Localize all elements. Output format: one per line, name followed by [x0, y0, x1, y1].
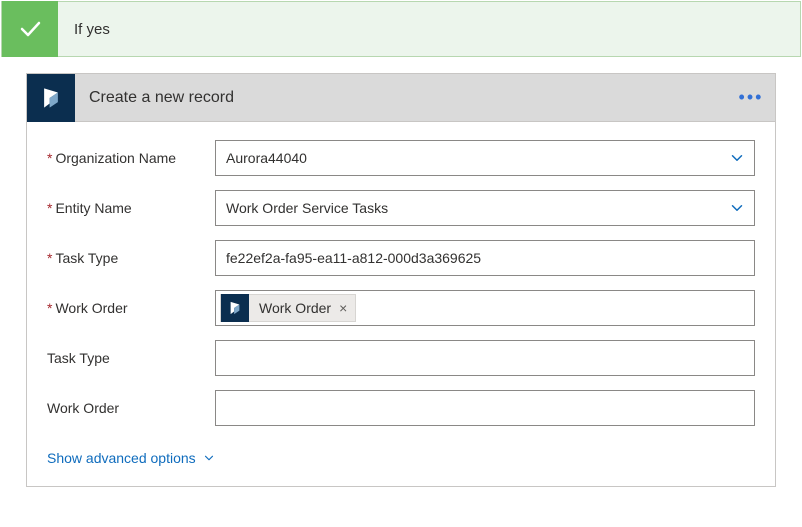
field-work-order-opt-input[interactable]: [215, 390, 755, 426]
field-work-order-opt: Work Order: [47, 390, 755, 426]
field-entity-value: Work Order Service Tasks: [226, 200, 728, 216]
field-org-label: * Organization Name: [47, 150, 215, 166]
required-star: *: [47, 300, 52, 316]
action-more-button[interactable]: •••: [727, 74, 775, 122]
field-entity: * Entity Name Work Order Service Tasks: [47, 190, 755, 226]
condition-title: If yes: [58, 21, 110, 38]
chevron-down-icon: [728, 149, 746, 167]
label-text: Task Type: [55, 250, 118, 266]
field-task-type-req-label: * Task Type: [47, 250, 215, 266]
field-work-order-req: * Work Order Work Order ×: [47, 290, 755, 326]
advanced-label: Show advanced options: [47, 450, 196, 466]
field-entity-input[interactable]: Work Order Service Tasks: [215, 190, 755, 226]
label-text: Work Order: [47, 400, 119, 416]
action-title: Create a new record: [75, 89, 727, 107]
dynamic-content-chip[interactable]: Work Order ×: [220, 294, 356, 322]
field-work-order-opt-label: Work Order: [47, 400, 215, 416]
field-org-value: Aurora44040: [226, 150, 728, 166]
chevron-down-icon: [202, 451, 216, 465]
required-star: *: [47, 150, 52, 166]
required-star: *: [47, 200, 52, 216]
chip-remove-button[interactable]: ×: [339, 300, 347, 316]
form-area: * Organization Name Aurora44040 * Entity…: [27, 122, 775, 444]
chip-label: Work Order: [257, 300, 331, 316]
field-org: * Organization Name Aurora44040: [47, 140, 755, 176]
show-advanced-options-link[interactable]: Show advanced options: [47, 450, 216, 466]
dynamics-icon: [221, 294, 249, 322]
action-card-header: Create a new record •••: [27, 74, 775, 122]
label-text: Entity Name: [55, 200, 131, 216]
advanced-row: Show advanced options: [27, 444, 775, 486]
chevron-down-icon: [728, 199, 746, 217]
field-task-type-req-input[interactable]: fe22ef2a-fa95-ea11-a812-000d3a369625: [215, 240, 755, 276]
field-entity-label: * Entity Name: [47, 200, 215, 216]
field-task-type-opt-label: Task Type: [47, 350, 215, 366]
check-icon: [2, 1, 58, 57]
field-work-order-req-input[interactable]: Work Order ×: [215, 290, 755, 326]
field-task-type-req-value: fe22ef2a-fa95-ea11-a812-000d3a369625: [226, 250, 746, 266]
required-star: *: [47, 250, 52, 266]
label-text: Organization Name: [55, 150, 176, 166]
action-card: Create a new record ••• * Organization N…: [26, 73, 776, 487]
label-text: Task Type: [47, 350, 110, 366]
label-text: Work Order: [55, 300, 127, 316]
condition-header: If yes: [1, 1, 801, 57]
field-task-type-req: * Task Type fe22ef2a-fa95-ea11-a812-000d…: [47, 240, 755, 276]
field-task-type-opt: Task Type: [47, 340, 755, 376]
dynamics-icon: [27, 74, 75, 122]
field-org-input[interactable]: Aurora44040: [215, 140, 755, 176]
field-work-order-req-label: * Work Order: [47, 300, 215, 316]
field-task-type-opt-input[interactable]: [215, 340, 755, 376]
